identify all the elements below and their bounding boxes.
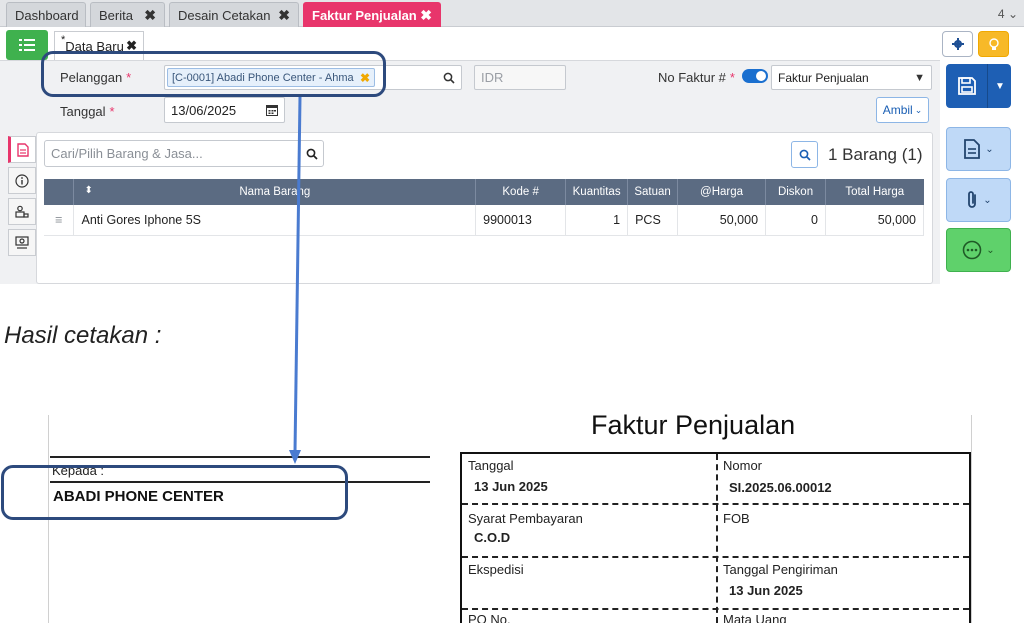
screenshot-root: Dashboard Berita ✖ Desain Cetakan ✖ Fakt… — [0, 0, 1024, 623]
arrow-head-icon — [289, 450, 301, 464]
annotation-overlay — [289, 96, 302, 464]
annotation-arrow-line — [293, 96, 302, 453]
